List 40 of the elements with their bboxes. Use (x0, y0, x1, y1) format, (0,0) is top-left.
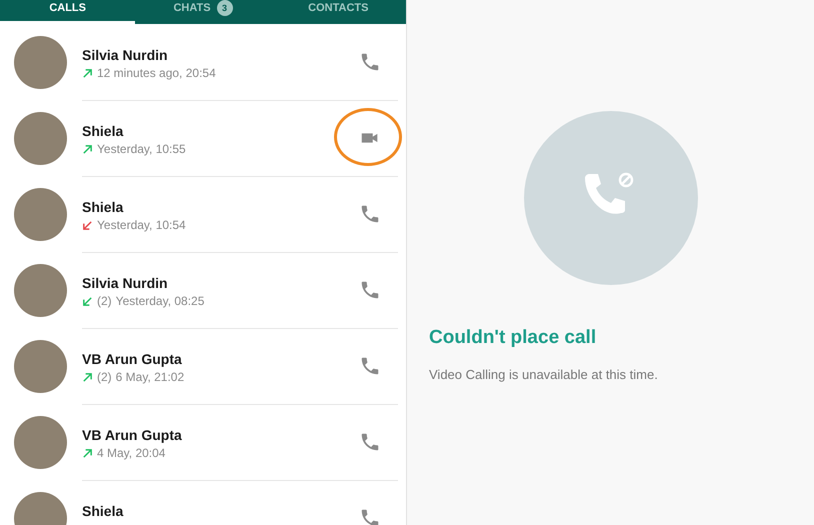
unread-badge: 3 (216, 0, 233, 16)
contact-name: VB Arun Gupta (82, 427, 183, 443)
phone-icon[interactable] (359, 279, 381, 301)
contact-name: Shiela (82, 199, 124, 215)
phone-icon[interactable] (359, 431, 381, 453)
call-time: 4 May, 20:04 (97, 446, 166, 460)
call-time: Yesterday, 08:25 (116, 294, 204, 308)
call-time: Yesterday, 10:55 (97, 142, 186, 156)
phone-icon[interactable] (359, 507, 381, 525)
phone-icon[interactable] (359, 203, 381, 225)
call-time: Yesterday, 10:54 (97, 218, 186, 232)
tab[interactable]: CALLS (0, 0, 136, 24)
avatar-photo-placeholder (14, 112, 67, 164)
call-row[interactable]: VB Arun Gupta 4 May, 20:04 (0, 404, 406, 480)
avatar-photo-placeholder (14, 340, 67, 392)
error-message: Video Calling is unavailable at this time. (429, 367, 659, 382)
call-row[interactable]: Shiela Yesterday, 10:54 (0, 176, 406, 252)
contact-name: Shiela (82, 123, 124, 139)
contact-name: VB Arun Gupta (82, 351, 183, 367)
call-row[interactable]: Shiela (0, 480, 406, 525)
avatar-photo-placeholder (14, 264, 67, 316)
call-count: (2) (97, 370, 112, 384)
tab[interactable]: CHATS 3 (135, 0, 271, 24)
tab[interactable]: CONTACTS (270, 0, 406, 24)
avatar-photo-placeholder (14, 188, 67, 240)
call-row[interactable]: VB Arun Gupta (2) 6 May, 21:02 (0, 328, 406, 404)
avatar-photo-placeholder (14, 36, 67, 88)
call-row[interactable]: Silvia Nurdin (2) Yesterday, 08:25 (0, 252, 406, 328)
contact-name: Silvia Nurdin (82, 275, 169, 291)
call-row[interactable]: Silvia Nurdin 12 minutes ago, 20:54 (0, 24, 406, 100)
contact-name: Shiela (82, 503, 124, 519)
error-title: Couldn't place call (429, 327, 598, 349)
contact-name: Silvia Nurdin (82, 47, 169, 63)
call-row[interactable]: Shiela Yesterday, 10:55 (0, 100, 406, 176)
call-time: 6 May, 21:02 (116, 370, 184, 384)
phone-icon[interactable] (359, 355, 381, 377)
phone-icon[interactable] (359, 51, 381, 73)
call-count: (2) (97, 294, 112, 308)
call-time: 12 minutes ago, 20:54 (97, 66, 216, 80)
avatar-photo-placeholder (14, 416, 67, 468)
